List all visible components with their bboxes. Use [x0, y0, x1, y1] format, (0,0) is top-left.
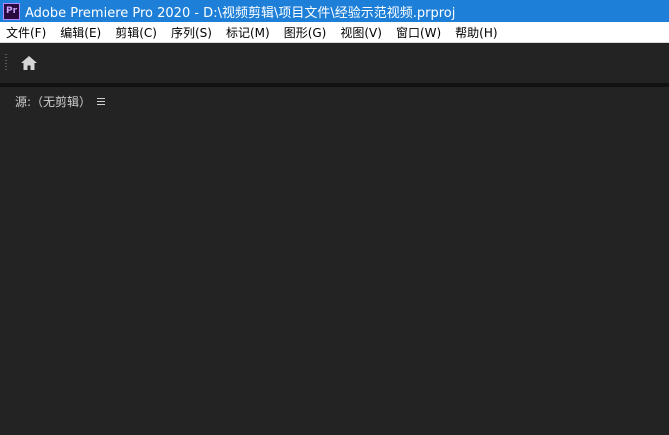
panel-header: 源:（无剪辑）	[15, 93, 106, 110]
menu-bar: 文件(F) 编辑(E) 剪辑(C) 序列(S) 标记(M) 图形(G) 视图(V…	[0, 22, 669, 43]
source-monitor-panel: 源:（无剪辑）	[0, 87, 669, 435]
menu-window[interactable]: 窗口(W)	[389, 24, 448, 41]
premiere-app-icon[interactable]: Pr	[3, 2, 20, 20]
header-toolbar	[0, 43, 669, 83]
home-button[interactable]	[17, 51, 41, 75]
menu-clip[interactable]: 剪辑(C)	[108, 24, 164, 41]
hamburger-menu-icon[interactable]	[97, 98, 106, 105]
window-titlebar: Pr Adobe Premiere Pro 2020 - D:\视频剪辑\项目文…	[0, 0, 669, 22]
menu-markers[interactable]: 标记(M)	[219, 24, 277, 41]
toolbar-grip-handle[interactable]	[5, 54, 7, 72]
menu-graphics[interactable]: 图形(G)	[277, 24, 334, 41]
menu-help[interactable]: 帮助(H)	[448, 24, 504, 41]
menu-edit[interactable]: 编辑(E)	[53, 24, 108, 41]
menu-view[interactable]: 视图(V)	[333, 24, 389, 41]
menu-file[interactable]: 文件(F)	[0, 24, 53, 41]
source-panel-title[interactable]: 源:（无剪辑）	[15, 93, 91, 110]
window-title: Adobe Premiere Pro 2020 - D:\视频剪辑\项目文件\经…	[25, 5, 456, 21]
menu-sequence[interactable]: 序列(S)	[164, 24, 219, 41]
home-icon	[21, 56, 37, 70]
